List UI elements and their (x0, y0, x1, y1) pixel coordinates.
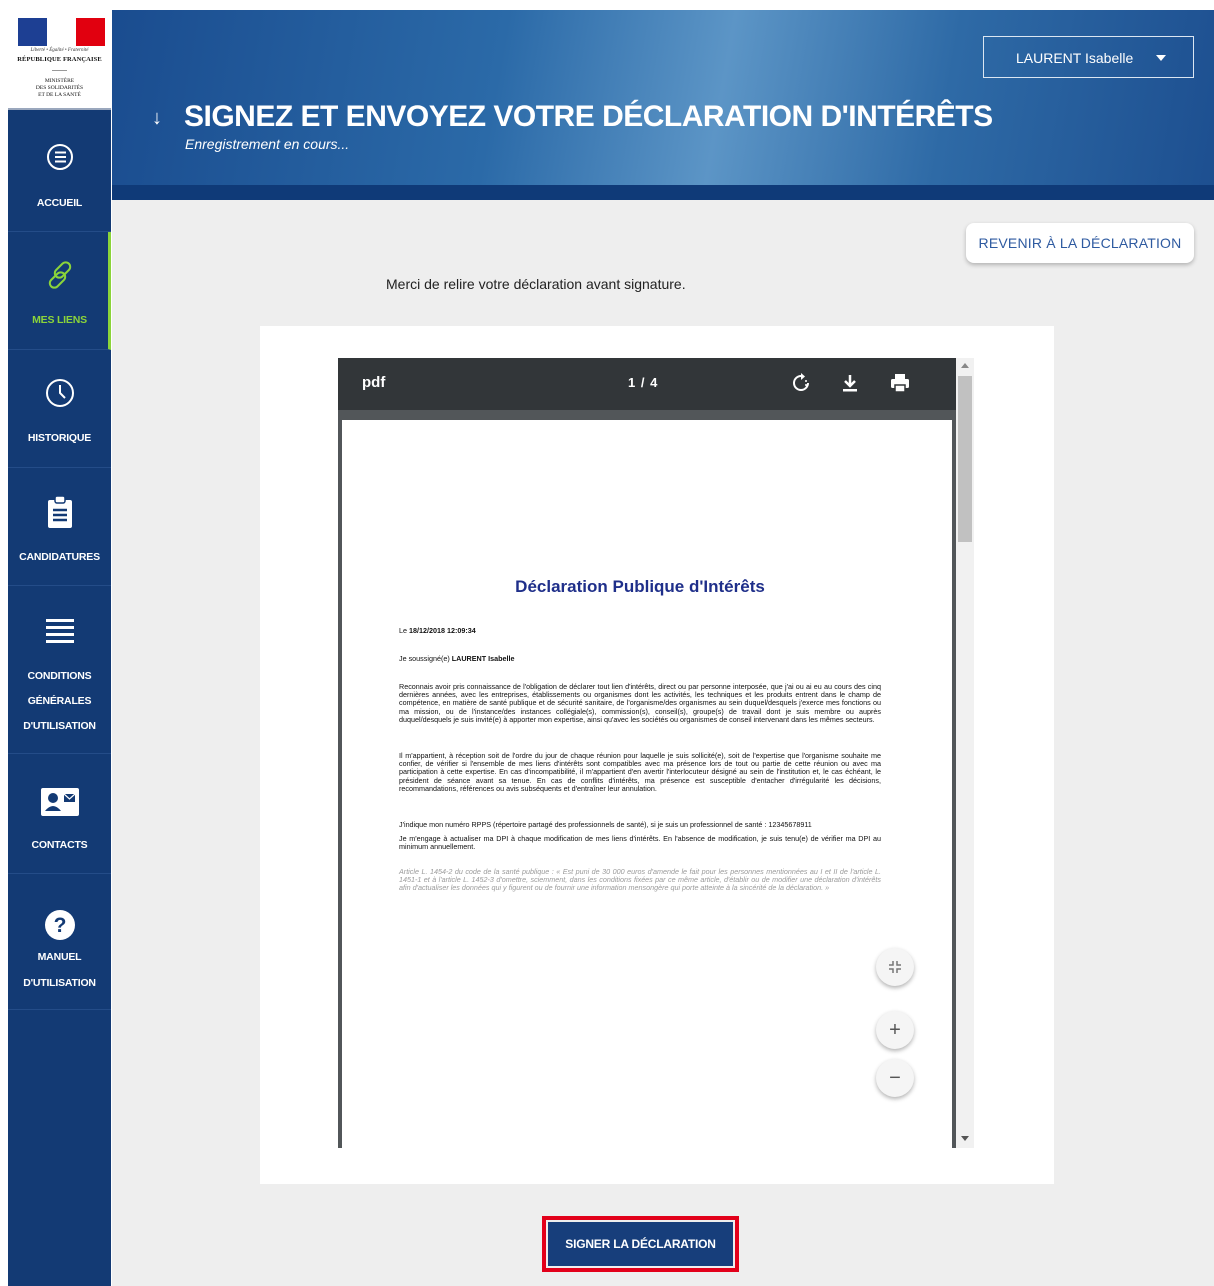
header-band (112, 185, 1214, 200)
pdf-viewer-card: pdf 1 / 4 Déclaration Publique d'Intérêt… (260, 326, 1054, 1184)
page-title: SIGNEZ ET ENVOYEZ VOTRE DÉCLARATION D'IN… (184, 100, 993, 133)
contact-card-icon (8, 787, 111, 817)
sidebar-item-label: MANUEL (37, 951, 82, 963)
sign-declaration-button[interactable]: SIGNER LA DÉCLARATION (548, 1222, 733, 1266)
pdf-scroll-thumb[interactable] (958, 376, 972, 542)
rotate-icon[interactable] (790, 372, 812, 394)
caret-down-icon (1156, 55, 1166, 61)
document-paragraph-3: J'indique mon numéro RPPS (répertoire pa… (399, 820, 812, 829)
review-instruction: Merci de relire votre déclaration avant … (386, 276, 686, 292)
pdf-viewer[interactable]: pdf 1 / 4 Déclaration Publique d'Intérêt… (338, 358, 974, 1148)
document-date: Le 18/12/2018 12:09:34 (399, 626, 476, 635)
scroll-down-arrow-icon[interactable] (961, 1136, 969, 1141)
main-content: REVENIR À LA DÉCLARATION Merci de relire… (112, 200, 1214, 1286)
sidebar-item-accueil[interactable]: ACCUEIL (8, 110, 111, 232)
sidebar-item-label-line3: D'UTILISATION (23, 720, 96, 732)
fit-page-button[interactable] (876, 948, 914, 986)
arrow-down-icon: ↓ (152, 107, 162, 129)
zoom-out-button[interactable]: − (876, 1059, 914, 1097)
sidebar-item-conditions-generales[interactable]: CONDITIONS GÉNÉRALES D'UTILISATION (8, 586, 111, 754)
document-signer-name: LAURENT Isabelle (451, 654, 515, 663)
document-title: Déclaration Publique d'Intérêts (515, 577, 765, 596)
document-paragraph-4: Je m'engage à actualiser ma DPI à chaque… (399, 834, 881, 852)
fit-page-icon (889, 961, 901, 973)
sidebar-item-label: CONDITIONS (27, 670, 92, 682)
sidebar-item-historique[interactable]: HISTORIQUE (8, 350, 111, 468)
logo-divider (52, 70, 67, 71)
back-to-declaration-button[interactable]: REVENIR À LA DÉCLARATION (966, 223, 1194, 263)
pdf-page: Déclaration Publique d'Intérêts Le 18/12… (342, 420, 952, 1148)
document-paragraph-1: Reconnais avoir pris connaissance de l'o… (399, 682, 881, 724)
logo-republique: RÉPUBLIQUE FRANÇAISE (17, 56, 102, 63)
user-menu-dropdown[interactable]: LAURENT Isabelle (983, 36, 1194, 78)
zoom-in-button[interactable]: + (876, 1011, 914, 1049)
minus-icon: − (889, 1066, 901, 1089)
svg-text:?: ? (53, 914, 66, 937)
marianne-flag-icon (18, 18, 105, 46)
scroll-up-arrow-icon[interactable] (961, 363, 969, 368)
sidebar-item-candidatures[interactable]: CANDIDATURES (8, 468, 111, 586)
logo-devise: Liberté • Égalité • Fraternité (30, 48, 89, 53)
sidebar-item-label: CANDIDATURES (19, 551, 100, 563)
sidebar-item-label: HISTORIQUE (27, 432, 92, 444)
print-icon[interactable] (889, 372, 911, 394)
clock-icon (8, 377, 111, 409)
sidebar-item-label: MES LIENS (32, 314, 87, 326)
document-legal-notice: Article L. 1454-2 du code de la santé pu… (399, 867, 881, 893)
logo-ministere: MINISTÈRE DES SOLIDARITÉS ET DE LA SANTÉ (35, 78, 84, 98)
save-status: Enregistrement en cours... (185, 136, 350, 152)
plus-icon: + (889, 1018, 901, 1041)
user-name: LAURENT Isabelle (1016, 50, 1134, 66)
document-paragraph-2: Il m'appartient, à réception soit de l'o… (399, 751, 881, 793)
sidebar: Liberté • Égalité • Fraternité RÉPUBLIQU… (8, 10, 111, 1286)
sidebar-item-contacts[interactable]: CONTACTS (8, 754, 111, 874)
sidebar-item-label-line2: D'UTILISATION (23, 977, 96, 989)
page-header: LAURENT Isabelle ↓ SIGNEZ ET ENVOYEZ VOT… (112, 10, 1214, 200)
link-icon (8, 258, 111, 292)
pdf-page-indicator: 1 / 4 (628, 375, 659, 390)
sidebar-item-mes-liens[interactable]: MES LIENS (8, 232, 111, 350)
document-signer: Je soussigné(e) LAURENT Isabelle (399, 654, 515, 663)
lines-icon (8, 618, 111, 644)
pdf-label: pdf (362, 374, 386, 391)
pdf-toolbar: pdf 1 / 4 (338, 358, 956, 410)
sidebar-item-label: CONTACTS (31, 839, 88, 851)
pdf-scrollbar[interactable] (956, 358, 974, 1148)
help-icon: ? (8, 909, 111, 941)
republique-francaise-logo: Liberté • Égalité • Fraternité RÉPUBLIQU… (8, 10, 111, 110)
sidebar-item-label: ACCUEIL (36, 197, 83, 209)
document-date-value: 18/12/2018 12:09:34 (409, 626, 476, 635)
list-circle-icon (8, 142, 111, 172)
sidebar-item-manuel-utilisation[interactable]: ? MANUEL D'UTILISATION (8, 874, 111, 1010)
download-icon[interactable] (839, 372, 861, 394)
sidebar-item-label-line2: GÉNÉRALES (27, 695, 92, 707)
clipboard-icon (8, 495, 111, 529)
